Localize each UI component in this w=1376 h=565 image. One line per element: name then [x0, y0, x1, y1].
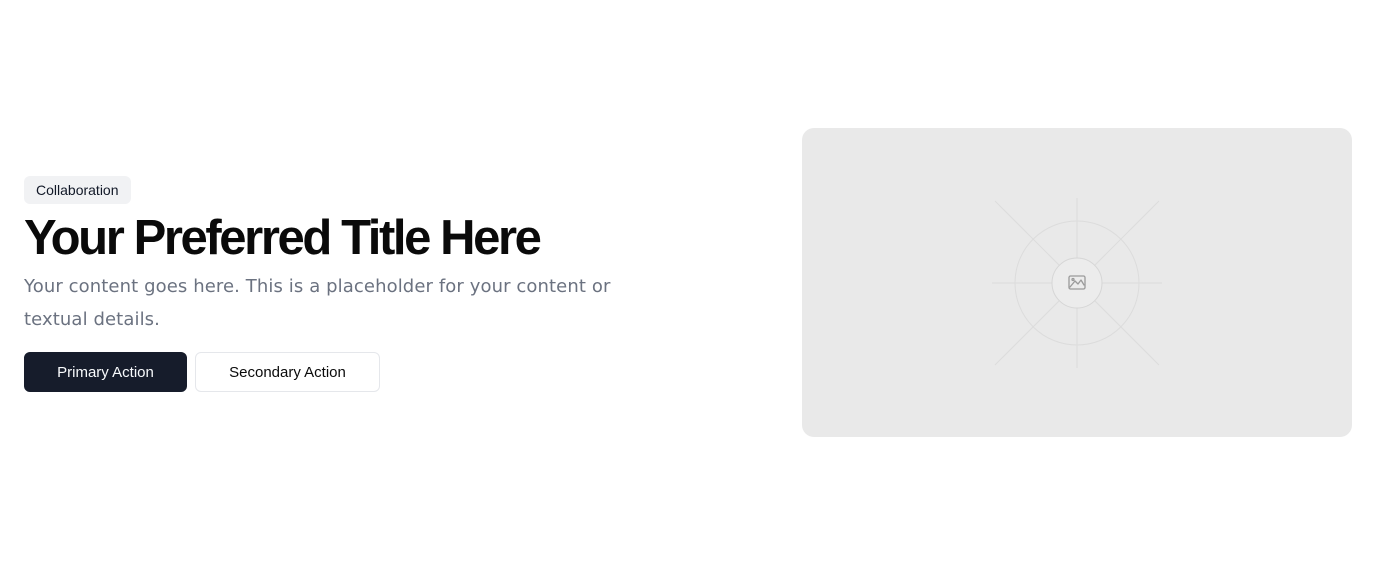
hero-actions: Primary Action Secondary Action: [24, 352, 644, 392]
image-placeholder: [802, 128, 1352, 437]
hero-title: Your Preferred Title Here: [24, 211, 542, 265]
hero-section: Collaboration Your Preferred Title Here …: [0, 0, 1376, 565]
image-placeholder-graphic: [992, 198, 1162, 368]
hero-description: Your content goes here. This is a placeh…: [24, 276, 611, 330]
secondary-action-button[interactable]: Secondary Action: [195, 352, 380, 392]
primary-action-button[interactable]: Primary Action: [24, 352, 187, 392]
category-badge: Collaboration: [24, 176, 131, 204]
hero-content: Collaboration Your Preferred Title Here …: [24, 176, 644, 392]
